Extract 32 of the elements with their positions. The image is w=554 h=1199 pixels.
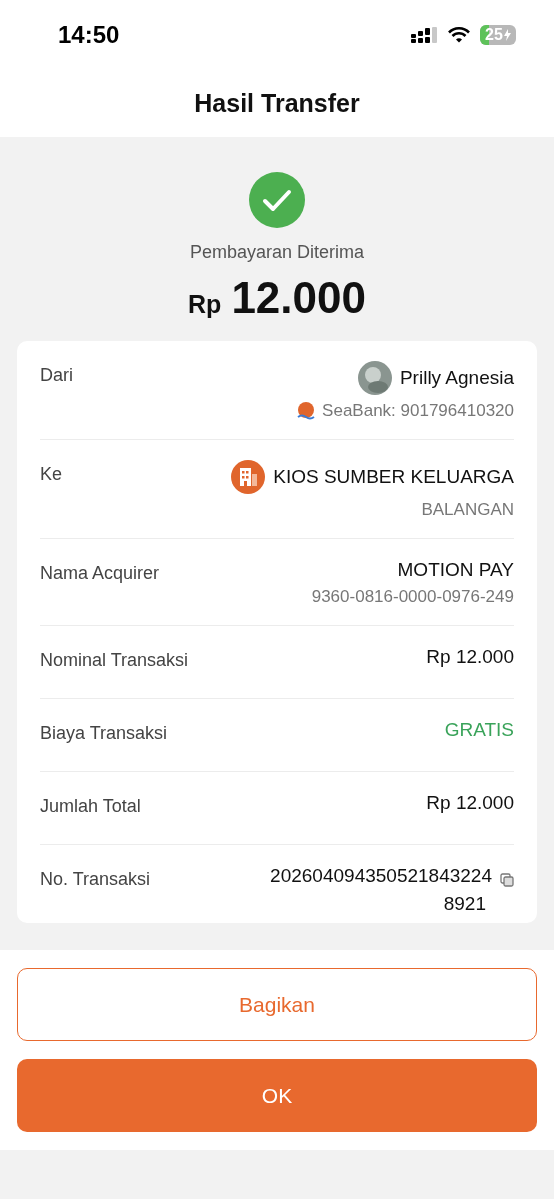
detail-subtext: 9360-0816-0000-0976-249 [311,587,514,607]
detail-subtext: 8921 [443,893,486,915]
detail-label: Biaya Transaksi [40,722,168,745]
detail-label: Jumlah Total [40,795,141,818]
amount-text: 12.000 [231,273,366,323]
detail-label: Nominal Transaksi [40,649,189,672]
detail-value: GRATIS [444,719,514,741]
detail-label: No. Transaksi [40,868,151,891]
wifi-icon [448,27,470,43]
signal-icon [411,26,438,44]
detail-subtext: SeaBank: 901796410320 [322,401,514,421]
status-time: 14:50 [58,21,120,49]
detail-value: Rp 12.000 [426,792,514,814]
detail-subtext: BALANGAN [421,500,514,520]
copy-icon[interactable] [500,873,514,887]
ok-button[interactable]: OK [17,1059,537,1132]
detail-value: Rp 12.000 [426,646,514,668]
success-check-icon [249,172,305,228]
bank-logo-icon [296,401,317,421]
share-button[interactable]: Bagikan [17,968,537,1041]
status-text: Pembayaran Diterima [189,242,365,263]
detail-label: Ke [40,463,63,486]
detail-value: 202604094350521843224 [270,865,492,887]
detail-label: Nama Acquirer [40,562,160,585]
detail-value: KIOS SUMBER KELUARGA [273,466,514,488]
avatar-icon [357,361,392,395]
store-icon [231,460,266,494]
page-title: Hasil Transfer [194,89,360,118]
detail-value: MOTION PAY [397,559,514,581]
detail-label: Dari [40,364,73,387]
currency-label: Rp [188,290,222,319]
detail-value: Prilly Agnesia [399,367,514,389]
